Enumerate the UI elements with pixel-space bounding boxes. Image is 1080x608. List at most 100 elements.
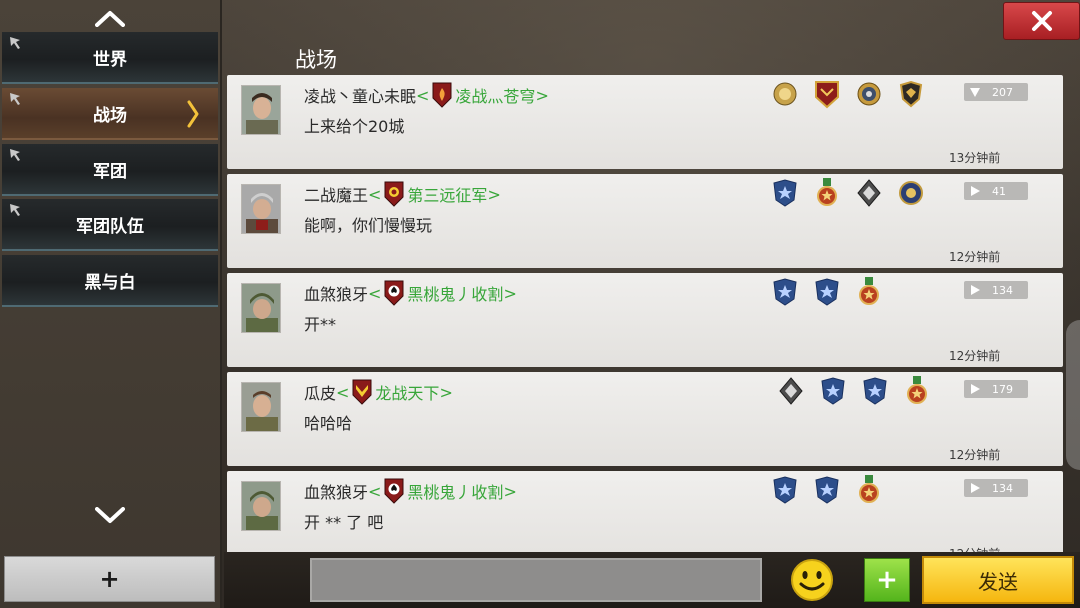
chat-message[interactable]: 瓜皮 < 龙战天下 > 哈哈哈 179 12分钟前 xyxy=(227,372,1063,466)
sidebar-item-label: 军团队伍 xyxy=(76,216,144,237)
message-text: 哈哈哈 xyxy=(304,414,353,433)
blue-star-medal-icon xyxy=(861,376,889,406)
like-arrow-icon xyxy=(971,186,980,196)
medal-row xyxy=(771,178,931,208)
message-text: 上来给个20城 xyxy=(304,117,405,136)
legion-name[interactable]: 凌战灬苍穹 xyxy=(455,83,535,107)
like-count: 207 xyxy=(992,85,1013,99)
pin-icon xyxy=(10,149,20,161)
sidebar-item-world[interactable]: 世界 xyxy=(2,32,218,84)
pin-icon xyxy=(10,37,20,49)
chat-message[interactable]: 凌战丶童心未眠 < 凌战灬苍穹 > 上来给个20城 207 13分钟前 xyxy=(227,75,1063,169)
chevron-emblem-icon xyxy=(351,379,373,405)
legion-bracket-close: > xyxy=(535,85,549,105)
chat-message[interactable]: 血煞狼牙 < 黑桃鬼丿收割 > 开 ** 了 吧 134 12分钟前 xyxy=(227,471,1063,565)
crest-medal-icon xyxy=(813,79,841,109)
scroll-up-arrow-icon[interactable] xyxy=(90,4,130,32)
smiley-icon xyxy=(791,559,833,601)
sidebar-item-battlefield[interactable]: 战场 xyxy=(2,88,218,140)
ribbon-medal-icon xyxy=(855,277,883,307)
sender-name[interactable]: 凌战丶童心未眠 xyxy=(304,83,416,107)
add-channel-button[interactable]: + xyxy=(4,556,215,602)
page-title: 战场 xyxy=(295,48,337,72)
sidebar-item-black-white[interactable]: 黑与白 xyxy=(2,255,218,307)
like-arrow-icon xyxy=(971,483,980,493)
legion-name[interactable]: 黑桃鬼丿收割 xyxy=(407,281,503,305)
like-arrow-icon xyxy=(971,285,980,295)
legion-name[interactable]: 龙战天下 xyxy=(375,380,439,404)
legion-bracket-close: > xyxy=(503,283,517,303)
chat-message-input[interactable] xyxy=(310,558,762,602)
sidebar-item-label: 黑与白 xyxy=(84,272,136,293)
like-counter[interactable]: 134 xyxy=(964,479,1028,497)
sidebar-item-legion-team[interactable]: 军团队伍 xyxy=(2,199,218,251)
sender-line: 血煞狼牙 < 黑桃鬼丿收割 > xyxy=(304,478,517,504)
avatar[interactable] xyxy=(241,283,281,333)
sidebar-item-label: 战场 xyxy=(93,105,127,126)
send-button[interactable]: 发送 xyxy=(922,556,1074,604)
diamond-medal-icon xyxy=(855,178,883,208)
flame-emblem-icon xyxy=(431,82,453,108)
avatar[interactable] xyxy=(241,382,281,432)
spade-emblem-icon xyxy=(383,478,405,504)
ribbon-medal-icon xyxy=(903,376,931,406)
medal-row xyxy=(771,475,931,505)
chat-message[interactable]: 血煞狼牙 < 黑桃鬼丿收割 > 开** 134 12分钟前 xyxy=(227,273,1063,367)
timestamp: 13分钟前 xyxy=(949,151,1001,165)
like-count: 134 xyxy=(992,481,1013,495)
legion-name[interactable]: 黑桃鬼丿收割 xyxy=(407,479,503,503)
diamond-medal-icon xyxy=(777,376,805,406)
timestamp: 12分钟前 xyxy=(949,448,1001,462)
close-icon xyxy=(1031,11,1052,31)
sidebar-item-label: 世界 xyxy=(93,49,127,70)
ribbon-medal-icon xyxy=(855,475,883,505)
spade-emblem-icon xyxy=(383,280,405,306)
medal-row xyxy=(771,376,931,406)
avatar[interactable] xyxy=(241,85,281,135)
sender-name[interactable]: 血煞狼牙 xyxy=(304,479,368,503)
message-text: 开 ** 了 吧 xyxy=(304,513,384,532)
like-arrow-icon xyxy=(970,88,980,97)
scroll-down-arrow-icon[interactable] xyxy=(90,502,130,530)
sender-line: 凌战丶童心未眠 < 凌战灬苍穹 > xyxy=(304,82,549,108)
legion-bracket-open: < xyxy=(368,184,382,204)
channel-sidebar: 世界 战场 军团 军团队伍 黑与白 + xyxy=(0,0,222,608)
sun-emblem-icon xyxy=(383,181,405,207)
sender-name[interactable]: 瓜皮 xyxy=(304,380,336,404)
like-count: 41 xyxy=(992,184,1006,198)
pin-icon xyxy=(10,93,20,105)
medal-row xyxy=(771,79,931,109)
timestamp: 12分钟前 xyxy=(949,250,1001,264)
like-counter[interactable]: 134 xyxy=(964,281,1028,299)
sidebar-item-legion[interactable]: 军团 xyxy=(2,144,218,196)
message-text: 开** xyxy=(304,315,337,334)
avatar[interactable] xyxy=(241,184,281,234)
sender-name[interactable]: 血煞狼牙 xyxy=(304,281,368,305)
chevron-right-icon xyxy=(187,100,199,128)
sender-line: 血煞狼牙 < 黑桃鬼丿收割 > xyxy=(304,280,517,306)
blue-star-medal-icon xyxy=(819,376,847,406)
chat-message[interactable]: 二战魔王 < 第三远征军 > 能啊，你们慢慢玩 41 12分钟前 xyxy=(227,174,1063,268)
like-arrow-icon xyxy=(971,384,980,394)
blue-star-medal-icon xyxy=(813,277,841,307)
legion-bracket-open: < xyxy=(368,283,382,303)
like-counter[interactable]: 179 xyxy=(964,380,1028,398)
emoji-button[interactable] xyxy=(790,558,834,602)
like-counter[interactable]: 41 xyxy=(964,182,1028,200)
timestamp: 12分钟前 xyxy=(949,349,1001,363)
sender-name[interactable]: 二战魔王 xyxy=(304,182,368,206)
like-count: 134 xyxy=(992,283,1013,297)
side-handle[interactable] xyxy=(1066,320,1080,470)
medal-row xyxy=(771,277,931,307)
blue-star-medal-icon xyxy=(813,475,841,505)
legion-bracket-close: > xyxy=(487,184,501,204)
legion-name[interactable]: 第三远征军 xyxy=(407,182,487,206)
ring-medal-icon xyxy=(855,79,883,109)
legion-bracket-close: > xyxy=(439,382,453,402)
close-button[interactable] xyxy=(1003,2,1080,40)
attach-plus-button[interactable]: + xyxy=(864,558,910,602)
legion-bracket-open: < xyxy=(336,382,350,402)
avatar[interactable] xyxy=(241,481,281,531)
like-counter[interactable]: 207 xyxy=(964,83,1028,101)
legion-bracket-close: > xyxy=(503,481,517,501)
